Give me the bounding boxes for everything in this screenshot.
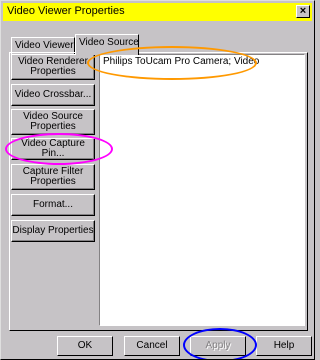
button-label: Video Source Properties — [23, 111, 83, 132]
ok-button[interactable]: OK — [57, 336, 113, 356]
video-renderer-properties-button[interactable]: Video Renderer Properties — [11, 54, 95, 80]
button-label: Capture Filter Properties — [22, 166, 84, 187]
apply-button[interactable]: Apply — [190, 336, 246, 356]
tab-label: Video Source — [79, 37, 139, 48]
button-label: Video Crossbar... — [14, 89, 92, 100]
window-title: Video Viewer Properties — [7, 5, 125, 17]
capture-filter-properties-button[interactable]: Capture Filter Properties — [11, 164, 95, 190]
tab-label: Video Viewer — [15, 40, 74, 51]
title-bar[interactable]: Video Viewer Properties × — [3, 3, 312, 21]
button-label: Format... — [32, 199, 73, 210]
format-button[interactable]: Format... — [11, 194, 95, 216]
tab-video-source[interactable]: Video Source — [75, 34, 139, 55]
video-crossbar-button[interactable]: Video Crossbar... — [11, 84, 95, 106]
button-label: Video Renderer Properties — [18, 56, 88, 77]
cancel-button[interactable]: Cancel — [124, 336, 180, 356]
video-capture-pin-button[interactable]: Video Capture Pin... — [11, 138, 95, 160]
list-item[interactable]: Philips ToUcam Pro Camera; Video — [103, 56, 259, 67]
display-properties-button[interactable]: Display Properties — [11, 220, 95, 242]
help-button[interactable]: Help — [256, 336, 312, 356]
device-list[interactable]: Philips ToUcam Pro Camera; Video — [99, 54, 305, 326]
close-icon[interactable]: × — [296, 5, 310, 18]
button-label: Video Capture Pin... — [21, 138, 85, 159]
button-label: Display Properties — [12, 225, 94, 236]
video-source-properties-button[interactable]: Video Source Properties — [11, 109, 95, 135]
properties-dialog: Video Viewer Properties × Video Viewer V… — [0, 0, 315, 360]
